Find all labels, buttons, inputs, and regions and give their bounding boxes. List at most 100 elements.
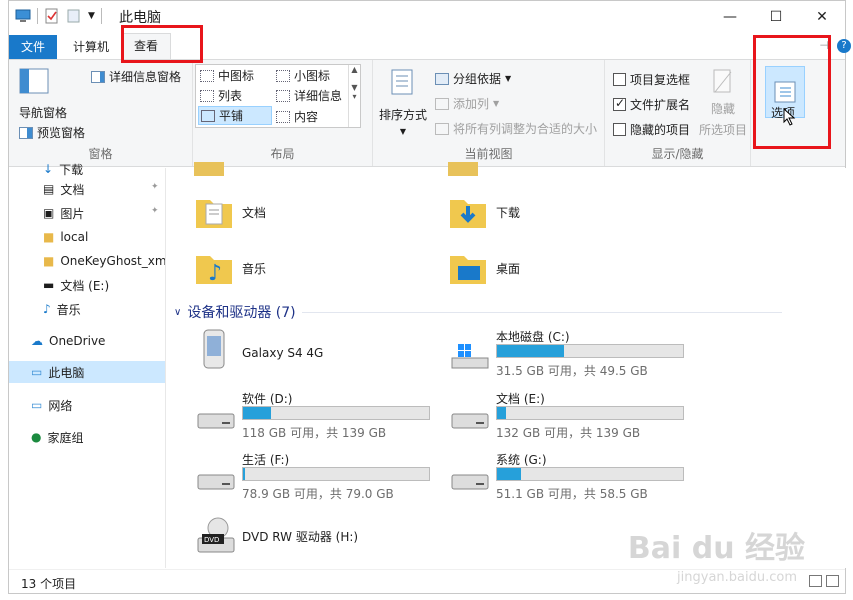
hide-selected-button[interactable]: 隐藏 所选项目 xyxy=(699,68,747,138)
drive-icon xyxy=(197,474,235,490)
item-checkboxes-checkbox[interactable] xyxy=(613,73,626,86)
tiles-label: 平铺 xyxy=(219,109,244,123)
add-columns-label: 添加列 xyxy=(453,97,490,111)
nav-item-local[interactable]: ■ local xyxy=(9,226,165,248)
desktop-folder-icon xyxy=(450,256,486,284)
add-columns-button[interactable]: 添加列 ▼ xyxy=(435,95,499,112)
chevron-down-icon: ▼ xyxy=(399,127,407,136)
nav-item-this-pc[interactable]: ▭ 此电脑 xyxy=(9,361,165,383)
quick-access-toolbar: ▼ xyxy=(15,8,102,24)
nav-item-drive-e[interactable]: ▬ 文档 (E:) xyxy=(9,274,165,296)
new-folder-icon[interactable] xyxy=(66,8,82,24)
nav-item-music[interactable]: ♪ 音乐 xyxy=(9,298,165,320)
chevron-down-icon[interactable]: ▼ xyxy=(88,11,95,21)
minimize-button[interactable]: — xyxy=(707,1,753,33)
nav-item-onedrive[interactable]: ☁ OneDrive xyxy=(9,330,165,352)
properties-icon[interactable] xyxy=(44,8,60,24)
content-label: 内容 xyxy=(294,110,319,124)
homegroup-icon: ● xyxy=(31,430,42,444)
item-checkboxes-toggle[interactable]: 项目复选框 xyxy=(613,71,690,88)
details-option[interactable]: 详细信息 xyxy=(276,87,342,104)
file-extensions-checkbox[interactable] xyxy=(613,96,626,111)
close-button[interactable]: ✕ xyxy=(799,1,845,33)
tab-computer[interactable]: 计算机 xyxy=(61,35,121,59)
nav-item-documents[interactable]: ▤ 文档 xyxy=(9,178,165,200)
current-view-group: 排序方式 ▼ 分组依据 ▼ 添加列 ▼ 将所有列调整为合适的大小 当前视图 xyxy=(373,60,605,166)
nav-pane-button[interactable]: 导航窗格 xyxy=(19,68,67,121)
item-count: 13 个项目 xyxy=(21,577,77,591)
chevron-down-icon: ∨ xyxy=(174,306,182,318)
hidden-items-label: 隐藏的项目 xyxy=(630,123,691,137)
show-hide-group: 项目复选框 文件扩展名 隐藏的项目 隐藏 所选项目 显示/隐藏 xyxy=(605,60,751,166)
nav-item-onekeyghost[interactable]: ■ OneKeyGhost_xme xyxy=(9,250,165,272)
navigation-pane: ↓ 下载 ▤ 文档 ✦ ▣ 图片 ✦ ■ local ■ OneKeyGhost_xme … xyxy=(9,162,165,568)
nav-item-homegroup[interactable]: ● 家庭组 xyxy=(9,426,165,448)
file-extensions-toggle[interactable]: 文件扩展名 xyxy=(613,96,690,113)
cloud-icon: ☁ xyxy=(31,334,43,348)
drive-free: 118 GB 可用，共 139 GB xyxy=(242,426,387,440)
details-pane-button[interactable]: 详细信息窗格 xyxy=(91,68,181,85)
medium-icons-icon xyxy=(200,69,214,82)
drive-c[interactable]: 本地磁盘 (C:) 31.5 GB 可用，共 49.5 GB xyxy=(446,328,686,384)
nav-item-downloads[interactable]: ↓ 下载 xyxy=(9,158,165,180)
layout-group-label: 布局 xyxy=(270,147,295,161)
hidden-items-toggle[interactable]: 隐藏的项目 xyxy=(613,121,690,138)
medium-icons-label: 中图标 xyxy=(218,69,255,83)
window-title: 此电脑 xyxy=(119,10,161,26)
nav-item-label: 文档 (E:) xyxy=(60,278,110,293)
drive-name: 生活 (F:) xyxy=(242,453,290,467)
folder-downloads[interactable]: 下载 xyxy=(448,192,520,232)
tiles-icon xyxy=(201,109,215,122)
usage-bar xyxy=(242,406,430,420)
drive-name: 软件 (D:) xyxy=(242,392,293,406)
help-icon[interactable]: ? xyxy=(837,39,851,53)
usage-fill xyxy=(243,407,271,419)
folder-label: 桌面 xyxy=(496,261,521,276)
list-label: 列表 xyxy=(218,89,243,103)
drive-free: 51.1 GB 可用，共 58.5 GB xyxy=(496,487,648,501)
downloads-folder-icon xyxy=(450,200,486,228)
drive-g[interactable]: 系统 (G:) 51.1 GB 可用，共 58.5 GB xyxy=(446,451,686,507)
tiles-option[interactable]: 平铺 xyxy=(198,106,272,125)
small-icons-option[interactable]: 小图标 xyxy=(276,67,330,84)
group-by-button[interactable]: 分组依据 ▼ xyxy=(435,70,511,87)
folder-documents[interactable]: 文档 xyxy=(194,192,266,232)
preview-pane-button[interactable]: 预览窗格 xyxy=(19,124,85,141)
nav-item-label: OneKeyGhost_xme xyxy=(60,254,165,268)
hide-selected-label: 所选项目 xyxy=(699,123,748,137)
pin-icon[interactable]: ✦ xyxy=(151,182,159,192)
nav-pane-label: 导航窗格 xyxy=(19,106,68,120)
folder-music[interactable]: ♪ 音乐 xyxy=(194,248,266,288)
hidden-items-checkbox[interactable] xyxy=(613,123,626,136)
device-galaxy[interactable]: Galaxy S4 4G xyxy=(192,328,432,384)
list-option[interactable]: 列表 xyxy=(200,87,242,104)
layout-scroll[interactable]: ▲ ▼ ▾ xyxy=(348,65,360,127)
nav-item-pictures[interactable]: ▣ 图片 xyxy=(9,202,165,224)
fit-columns-button[interactable]: 将所有列调整为合适的大小 xyxy=(435,120,597,137)
content-option[interactable]: 内容 xyxy=(276,108,318,125)
folder-label: 音乐 xyxy=(242,261,267,276)
drive-d[interactable]: 软件 (D:) 118 GB 可用，共 139 GB xyxy=(192,390,432,446)
drive-e[interactable]: 文档 (E:) 132 GB 可用，共 139 GB xyxy=(446,390,686,446)
tab-file[interactable]: 文件 xyxy=(9,35,58,59)
pin-icon[interactable]: ✦ xyxy=(151,206,159,216)
hide-label: 隐藏 xyxy=(711,102,736,116)
folder-desktop[interactable]: 桌面 xyxy=(448,248,520,288)
nav-item-network[interactable]: ▭ 网络 xyxy=(9,394,165,416)
drive-h-dvd[interactable]: DVD DVD RW 驱动器 (H:) xyxy=(192,512,432,568)
sort-by-button[interactable]: 排序方式 ▼ xyxy=(379,68,427,136)
drive-f[interactable]: 生活 (F:) 78.9 GB 可用，共 79.0 GB xyxy=(192,451,432,507)
maximize-button[interactable]: ☐ xyxy=(753,1,799,33)
devices-section-header[interactable]: ∨ 设备和驱动器 (7) xyxy=(174,302,782,322)
baidu-watermark-url: jingyan.baidu.com xyxy=(677,570,797,585)
panes-group: 导航窗格 预览窗格 详细信息窗格 窗格 xyxy=(9,60,193,166)
medium-icons-option[interactable]: 中图标 xyxy=(200,67,254,84)
drive-name: 系统 (G:) xyxy=(496,453,547,467)
drive-icon: ▬ xyxy=(43,278,55,292)
divider xyxy=(100,8,102,24)
drive-icon xyxy=(451,474,489,490)
music-folder-icon: ♪ xyxy=(196,256,232,286)
large-icons-view-button[interactable] xyxy=(826,575,839,587)
chevron-down-icon: ▼ xyxy=(505,74,512,83)
details-view-button[interactable] xyxy=(809,575,822,587)
